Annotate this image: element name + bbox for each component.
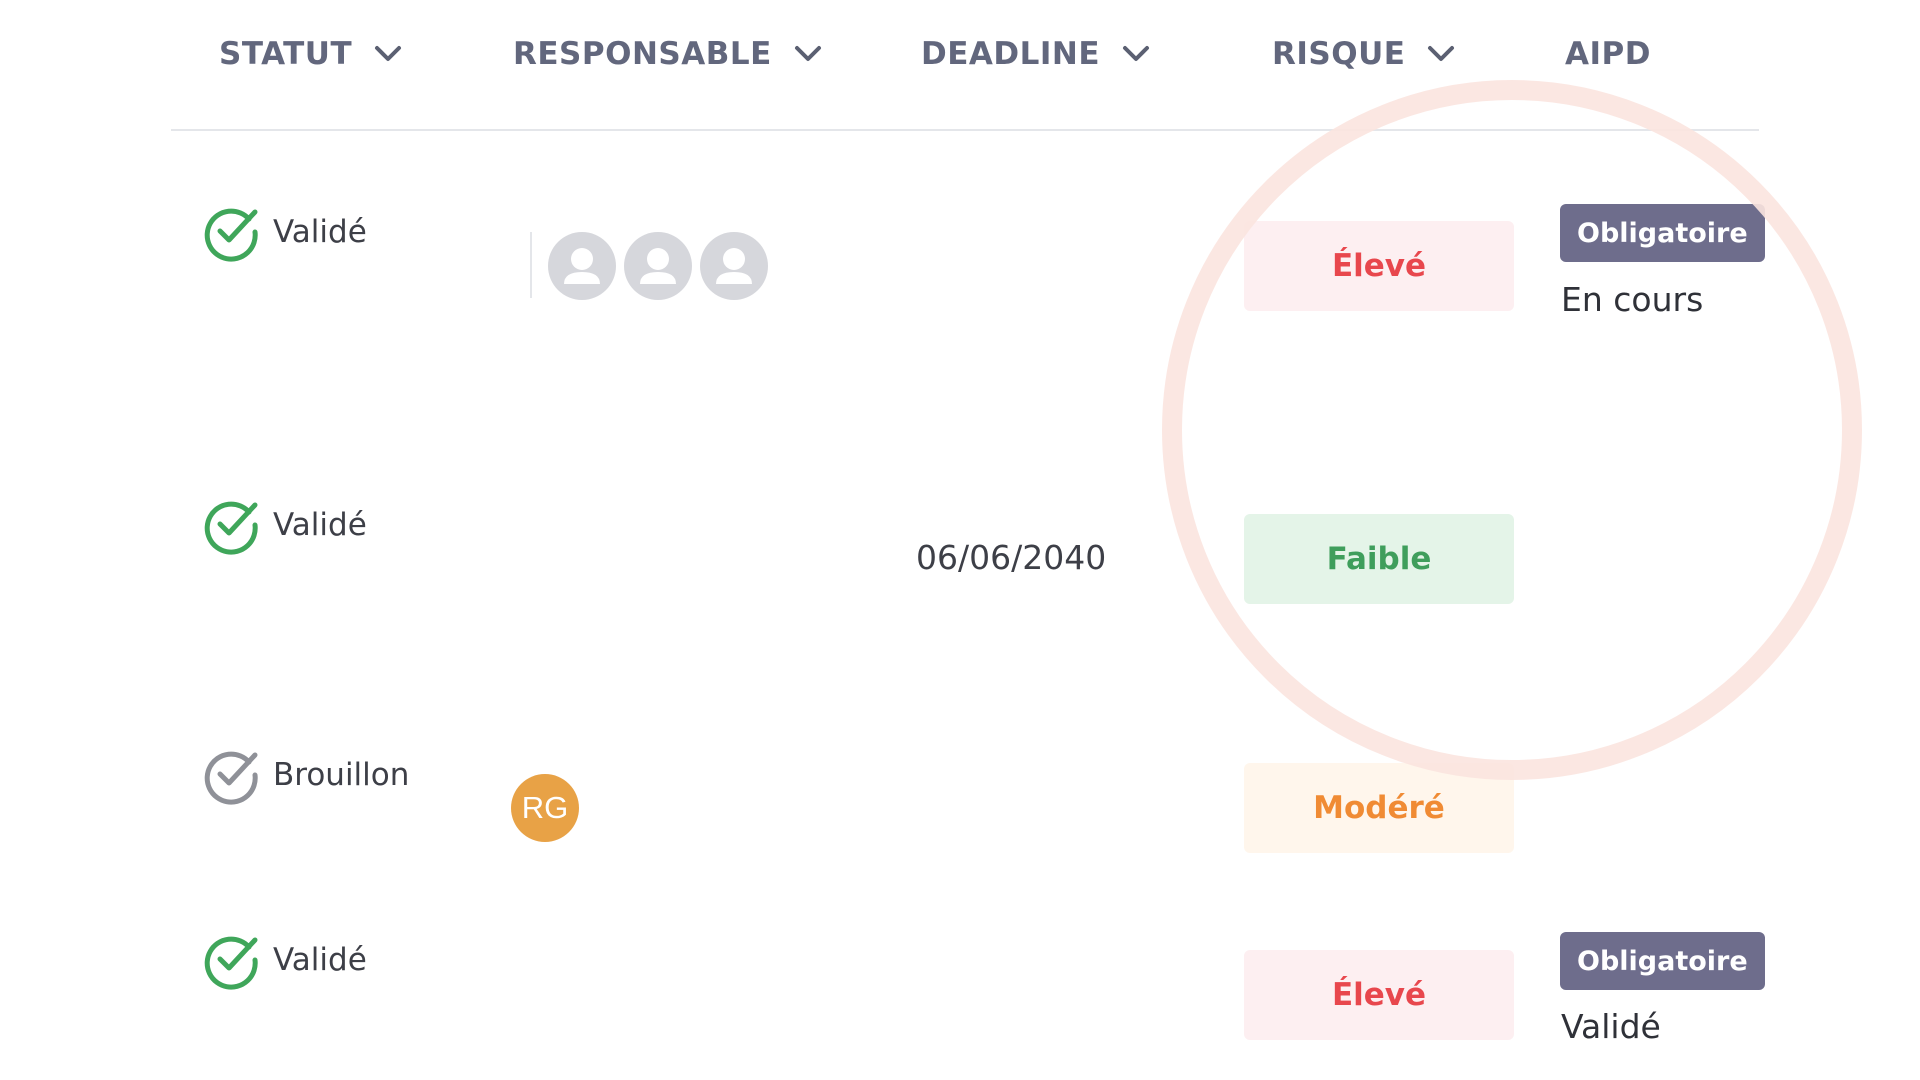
aipd-status: En cours [1561,280,1704,319]
risk-badge: Faible [1244,514,1514,604]
column-header-aipd: AIPD [1565,36,1651,72]
deadline-date: 06/06/2040 [916,538,1107,577]
check-circle-icon [201,202,261,262]
risk-badge: Modéré [1244,763,1514,853]
status-cell[interactable]: Validé [201,202,367,262]
column-label: AIPD [1565,36,1651,72]
column-header-deadline[interactable]: DEADLINE [921,36,1150,72]
cell-divider [530,232,532,298]
highlight-circle [1162,80,1862,780]
chevron-down-icon[interactable] [374,45,402,63]
status-label: Validé [273,214,367,250]
status-cell[interactable]: Brouillon [201,745,409,805]
user-avatar-icon[interactable] [548,232,616,300]
user-avatar-icon[interactable] [700,232,768,300]
column-label: RISQUE [1272,36,1406,72]
check-circle-icon [201,745,261,805]
risk-badge: Élevé [1244,950,1514,1040]
column-label: DEADLINE [921,36,1101,72]
status-label: Brouillon [273,757,410,793]
table-header: STATUT RESPONSABLE DEADLINE RISQUE AIPD [171,0,1759,131]
status-cell[interactable]: Validé [201,495,367,555]
status-cell[interactable]: Validé [201,930,367,990]
user-avatar-icon[interactable] [624,232,692,300]
column-label: RESPONSABLE [513,36,772,72]
chevron-down-icon[interactable] [794,45,822,63]
status-label: Validé [273,942,367,978]
data-table: STATUT RESPONSABLE DEADLINE RISQUE AIPD [0,0,1920,1080]
risk-badge: Élevé [1244,221,1514,311]
chevron-down-icon[interactable] [1427,45,1455,63]
check-circle-icon [201,495,261,555]
aipd-status: Validé [1561,1007,1661,1046]
aipd-badge: Obligatoire [1560,932,1765,990]
aipd-badge: Obligatoire [1560,204,1765,262]
responsable-avatars [548,232,768,300]
chevron-down-icon[interactable] [1122,45,1150,63]
check-circle-icon [201,930,261,990]
user-avatar[interactable]: RG [511,774,579,842]
status-label: Validé [273,507,367,543]
column-header-responsable[interactable]: RESPONSABLE [513,36,822,72]
column-header-statut[interactable]: STATUT [219,36,402,72]
column-label: STATUT [219,36,353,72]
column-header-risque[interactable]: RISQUE [1272,36,1455,72]
